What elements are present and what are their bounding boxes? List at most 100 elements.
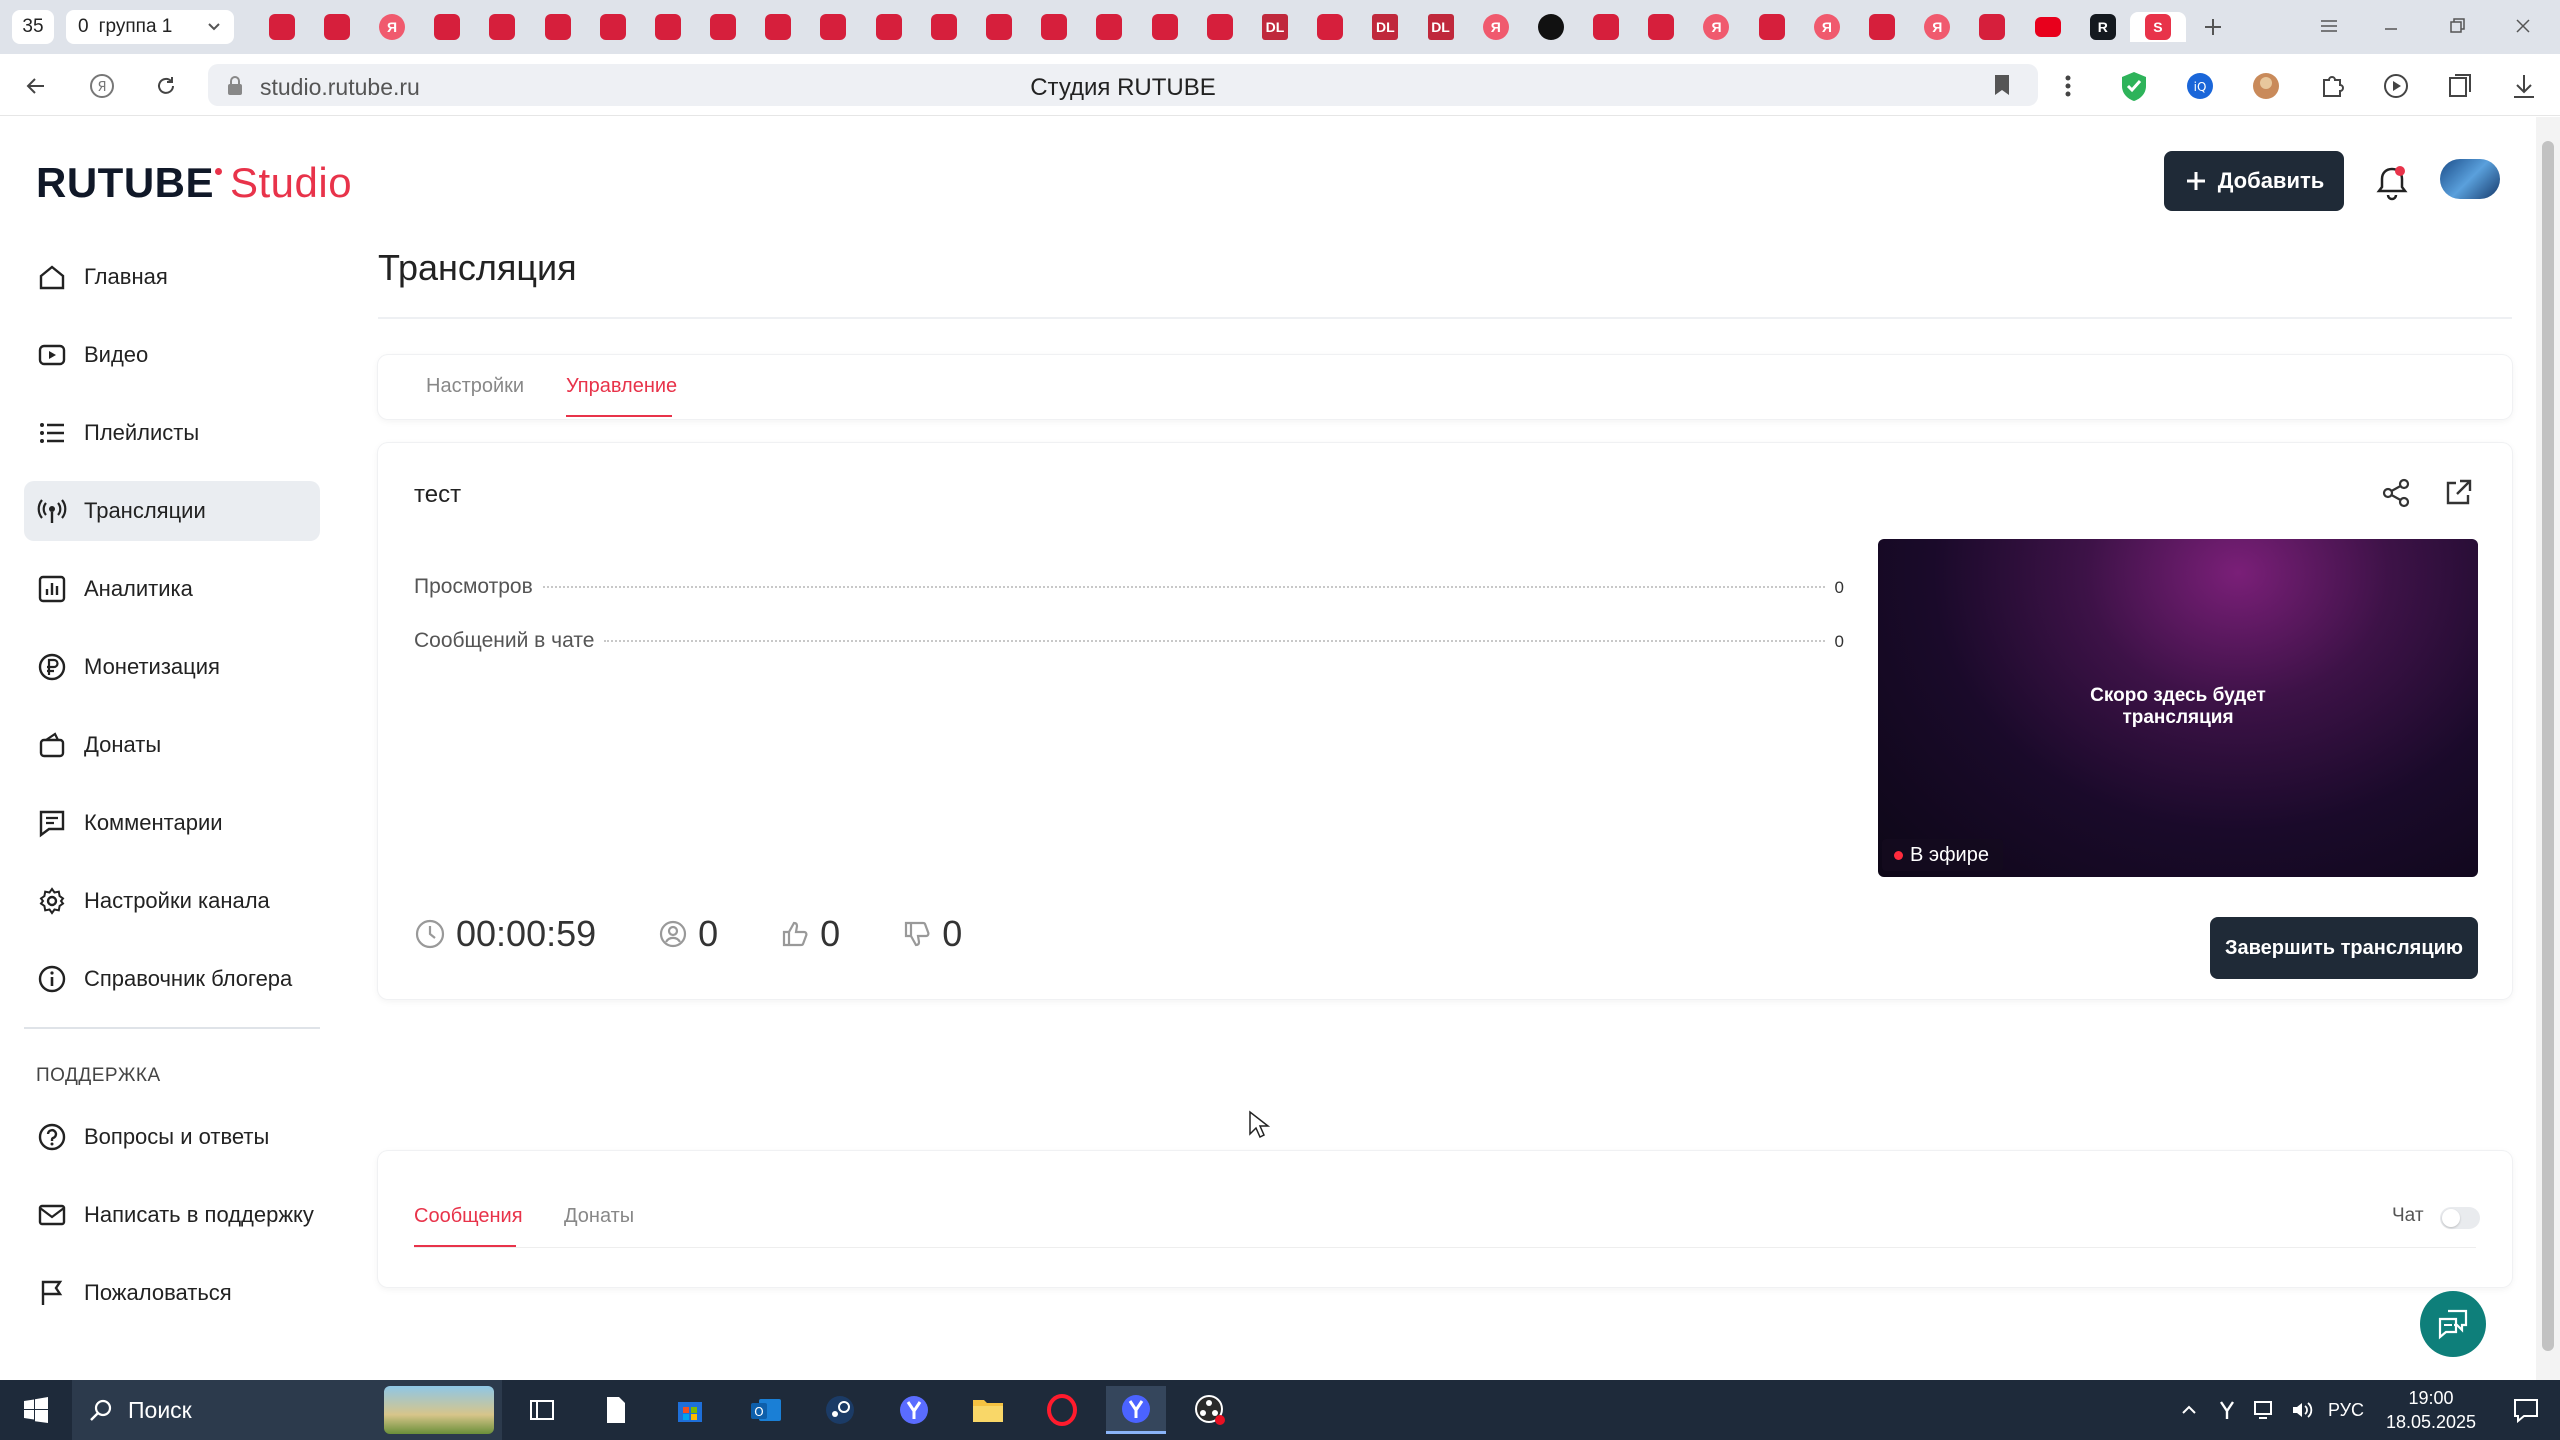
external-link-icon[interactable]: [2440, 475, 2476, 511]
tab-youtube[interactable]: [585, 12, 640, 42]
extensions-button[interactable]: [2314, 68, 2350, 104]
sidebar-item-report[interactable]: Пожаловаться: [24, 1263, 320, 1323]
sidebar-item-playlists[interactable]: Плейлисты: [24, 403, 320, 463]
taskbar-outlook[interactable]: O: [736, 1386, 796, 1434]
sidebar-item-broadcasts[interactable]: Трансляции: [24, 481, 320, 541]
chat-toggle[interactable]: [2440, 1207, 2480, 1229]
tab-youtube[interactable]: [1192, 12, 1247, 42]
page-scrollbar[interactable]: [2536, 117, 2560, 1380]
tab-youtube[interactable]: [1027, 12, 1082, 42]
taskbar-opera[interactable]: [1032, 1386, 1092, 1434]
reload-button[interactable]: [148, 68, 184, 104]
new-tab-button[interactable]: [2186, 12, 2241, 42]
notifications-center-button[interactable]: [2496, 1386, 2556, 1434]
sidebar-item-blogger-guide[interactable]: Справочник блогера: [24, 949, 320, 1009]
sidebar-item-faq[interactable]: Вопросы и ответы: [24, 1107, 320, 1167]
extension-avatar[interactable]: [2248, 68, 2284, 104]
start-button[interactable]: [0, 1380, 72, 1440]
sidebar-item-video[interactable]: Видео: [24, 325, 320, 385]
rutube-studio-logo[interactable]: RUTUBE Studio: [36, 159, 352, 207]
stream-preview[interactable]: Скоро здесь будет трансляция В эфире: [1878, 539, 2478, 877]
tab-youtube[interactable]: [1303, 12, 1358, 42]
tab-site[interactable]: [1523, 12, 1578, 42]
chevron-up-icon[interactable]: [2178, 1399, 2200, 1421]
tab-youtube[interactable]: [1082, 12, 1137, 42]
share-icon[interactable]: [2378, 475, 2414, 511]
tab-yandex[interactable]: Я: [1689, 12, 1744, 42]
sidebar-item-channel-settings[interactable]: Настройки канала: [24, 871, 320, 931]
downloads-button[interactable]: [2506, 68, 2542, 104]
minimize-button[interactable]: [2360, 6, 2422, 46]
scrollbar-thumb[interactable]: [2542, 141, 2554, 1351]
yandex-tray-icon[interactable]: [2216, 1399, 2238, 1421]
taskbar-obs[interactable]: [1180, 1386, 1240, 1434]
tab-donations[interactable]: Донаты: [564, 1205, 634, 1228]
volume-icon[interactable]: [2290, 1399, 2314, 1421]
tab-youtube[interactable]: [309, 12, 364, 42]
tab-rutube-studio-active[interactable]: S: [2130, 12, 2186, 42]
tab-youtube[interactable]: [530, 12, 585, 42]
close-window-button[interactable]: [2492, 6, 2554, 46]
sidebar-item-home[interactable]: Главная: [24, 247, 320, 307]
notifications-bell-icon[interactable]: [2370, 161, 2414, 205]
support-chat-button[interactable]: [2420, 1291, 2486, 1357]
language-indicator[interactable]: РУС: [2328, 1400, 2364, 1421]
tab-yandex[interactable]: Я: [364, 12, 419, 42]
add-button[interactable]: Добавить: [2164, 151, 2344, 211]
tab-youtube[interactable]: [475, 12, 530, 42]
more-menu-button[interactable]: [2050, 68, 2086, 104]
tab-youtube[interactable]: [1854, 12, 1909, 42]
tab-youtube[interactable]: [806, 12, 861, 42]
tab-dl-site[interactable]: DL: [1413, 12, 1468, 42]
end-stream-button[interactable]: Завершить трансляцию: [2210, 917, 2478, 979]
avatar[interactable]: [2440, 159, 2500, 199]
tab-youtube[interactable]: [420, 12, 475, 42]
tab-dl-site[interactable]: DL: [1247, 12, 1302, 42]
taskbar-yandex-active[interactable]: [1106, 1386, 1166, 1434]
sidebar-item-monetization[interactable]: Монетизация: [24, 637, 320, 697]
tab-group[interactable]: 0 группа 1: [66, 10, 234, 44]
tab-menu-button[interactable]: [2298, 6, 2360, 46]
back-button[interactable]: [18, 68, 54, 104]
bookmark-icon[interactable]: [1992, 73, 2012, 97]
tab-dl-site[interactable]: DL: [1358, 12, 1413, 42]
media-button[interactable]: [2378, 68, 2414, 104]
tab-youtube[interactable]: [254, 12, 309, 42]
tab-messages[interactable]: Сообщения: [414, 1205, 523, 1228]
tab-youtube[interactable]: [861, 12, 916, 42]
tab-count-button[interactable]: 35: [12, 10, 54, 44]
tab-rutube[interactable]: R: [2075, 12, 2130, 42]
tab-youtube[interactable]: [1579, 12, 1634, 42]
taskbar-explorer[interactable]: [958, 1386, 1018, 1434]
yandex-home-button[interactable]: Я: [84, 68, 120, 104]
tab-yandex[interactable]: Я: [1910, 12, 1965, 42]
tab-youtube[interactable]: [916, 12, 971, 42]
tab-youtube-play[interactable]: [2020, 12, 2075, 42]
taskbar-search[interactable]: Поиск: [72, 1380, 502, 1440]
tab-settings[interactable]: Настройки: [426, 375, 524, 398]
tab-youtube[interactable]: [1137, 12, 1192, 42]
restore-button[interactable]: [2426, 6, 2488, 46]
tab-yandex[interactable]: Я: [1799, 12, 1854, 42]
taskbar-clock[interactable]: 19:00 18.05.2025: [2376, 1386, 2486, 1434]
url-field[interactable]: studio.rutube.ru Студия RUTUBE: [208, 64, 2038, 106]
taskbar-yandex-browser[interactable]: [884, 1386, 944, 1434]
sidebar-item-analytics[interactable]: Аналитика: [24, 559, 320, 619]
tab-youtube[interactable]: [751, 12, 806, 42]
sidebar-item-contact-support[interactable]: Написать в поддержку: [24, 1185, 320, 1245]
tab-management[interactable]: Управление: [566, 375, 677, 398]
collections-button[interactable]: [2442, 68, 2478, 104]
extension-blue[interactable]: iQ: [2182, 68, 2218, 104]
network-icon[interactable]: [2252, 1399, 2276, 1421]
tab-youtube[interactable]: [971, 12, 1026, 42]
tab-youtube[interactable]: [640, 12, 695, 42]
taskbar-store[interactable]: [660, 1386, 720, 1434]
tab-youtube[interactable]: [1965, 12, 2020, 42]
task-view-button[interactable]: [512, 1386, 572, 1434]
taskbar-steam[interactable]: [810, 1386, 870, 1434]
taskbar-notepad[interactable]: [586, 1386, 646, 1434]
tab-youtube[interactable]: [696, 12, 751, 42]
tab-yandex[interactable]: Я: [1468, 12, 1523, 42]
tab-youtube[interactable]: [1744, 12, 1799, 42]
tab-youtube[interactable]: [1634, 12, 1689, 42]
